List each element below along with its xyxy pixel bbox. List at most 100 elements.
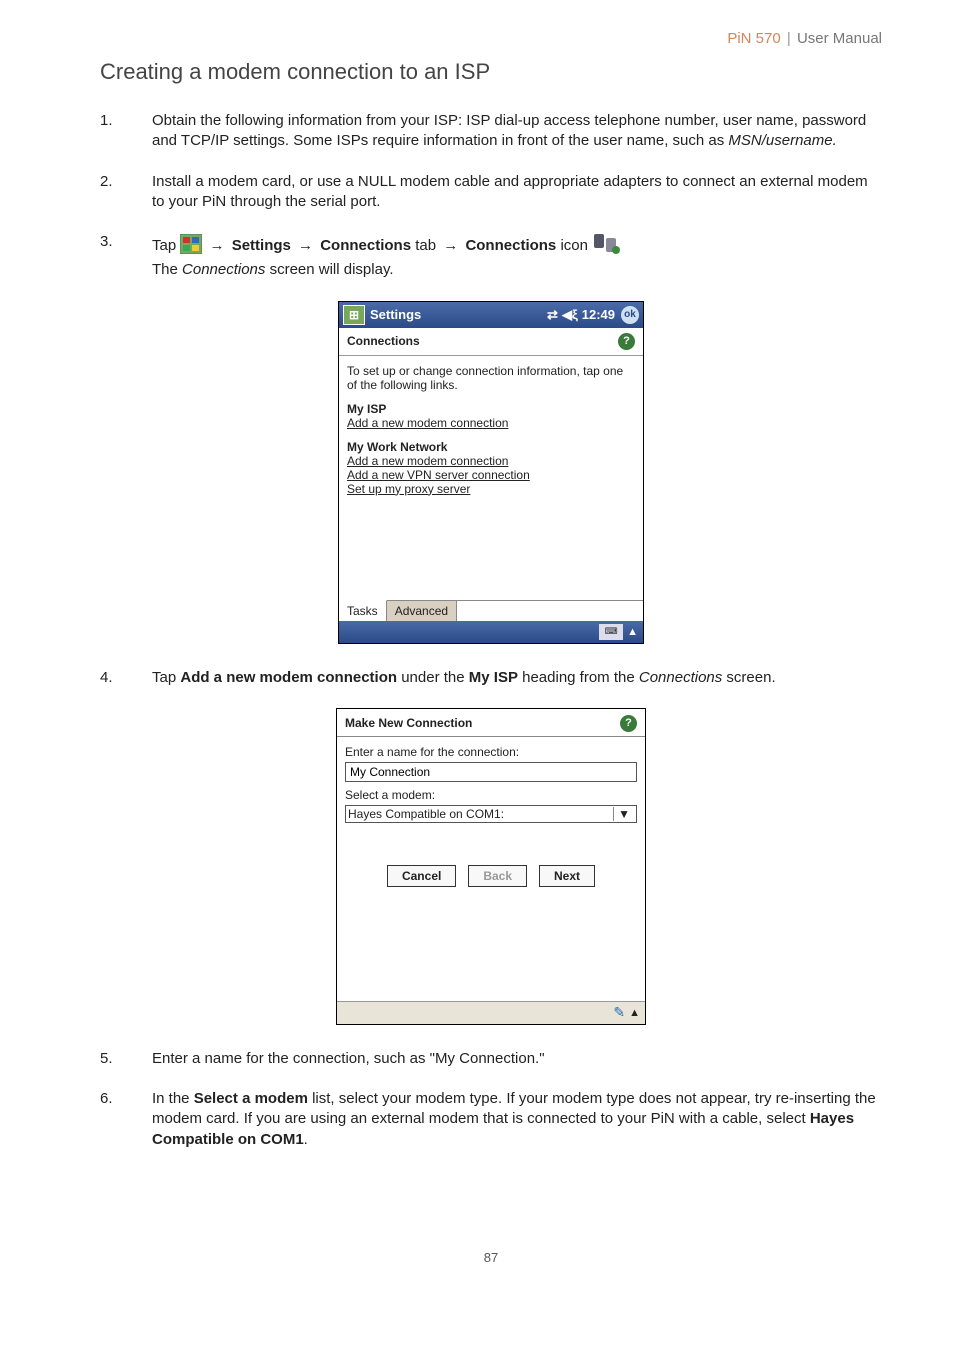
select-modem[interactable]: Hayes Compatible on COM1: ▼ [345, 805, 637, 823]
start-icon [180, 234, 202, 260]
step-2: 2. Install a modem card, or use a NULL m… [100, 172, 882, 213]
page: PiN 570 | User Manual Creating a modem c… [0, 0, 954, 1305]
step-italic: Connections [182, 261, 265, 278]
screen-title: Settings [370, 307, 421, 322]
back-button[interactable]: Back [468, 865, 527, 887]
panel-title-row: Connections ? [339, 328, 643, 356]
intro-text: To set up or change connection informati… [347, 364, 635, 392]
step-text: Tap [152, 237, 180, 254]
step-body: Tap → Settings → Connections tab → Conne… [152, 232, 882, 281]
step-italic: Connections [639, 669, 722, 686]
button-row: Cancel Back Next [345, 865, 637, 887]
step-list: 4. Tap Add a new modem connection under … [100, 668, 882, 688]
step-body: Install a modem card, or use a NULL mode… [152, 172, 882, 213]
start-icon[interactable]: ⊞ [343, 305, 365, 325]
step-body: Enter a name for the connection, such as… [152, 1049, 882, 1069]
doc-title: User Manual [797, 30, 882, 47]
step-text: under the [397, 669, 469, 686]
step-list: 5. Enter a name for the connection, such… [100, 1049, 882, 1150]
step-text: . [304, 1131, 308, 1148]
tab-tasks[interactable]: Tasks [339, 600, 387, 621]
panel-title: Make New Connection [345, 716, 472, 730]
panel-content: To set up or change connection informati… [339, 356, 643, 600]
screenshot-connections: ⊞ Settings ⇄ ◀ξ 12:49 ok Connections ? T… [100, 301, 882, 644]
step-bold: My ISP [469, 669, 518, 686]
link-add-modem-work[interactable]: Add a new modem connection [347, 454, 635, 468]
step-bold: Add a new modem connection [180, 669, 397, 686]
step-text: Tap [152, 669, 180, 686]
step-text: The [152, 261, 182, 278]
menu-up-icon[interactable]: ▲ [629, 1007, 640, 1019]
step-number: 4. [100, 668, 152, 688]
group-my-work: My Work Network Add a new modem connecti… [347, 440, 635, 496]
product-name: PiN 570 [727, 30, 780, 47]
next-button[interactable]: Next [539, 865, 595, 887]
step-text: heading from the [518, 669, 639, 686]
device-screen: ⊞ Settings ⇄ ◀ξ 12:49 ok Connections ? T… [338, 301, 644, 644]
step-bold: Connections [465, 237, 556, 254]
link-add-modem-isp[interactable]: Add a new modem connection [347, 416, 635, 430]
step-text: screen. [722, 669, 775, 686]
step-bold: Connections [320, 237, 411, 254]
pen-icon[interactable]: ✎ [613, 1004, 625, 1021]
panel-title: Connections [347, 334, 420, 348]
cancel-button[interactable]: Cancel [387, 865, 456, 887]
step-number: 5. [100, 1049, 152, 1069]
step-text: In the [152, 1090, 194, 1107]
panel-title-row: Make New Connection ? [337, 709, 645, 737]
step-text: screen will display. [265, 261, 393, 278]
help-icon[interactable]: ? [618, 333, 635, 350]
tab-advanced[interactable]: Advanced [387, 601, 457, 621]
step-body: Obtain the following information from yo… [152, 111, 882, 152]
volume-icon: ◀ξ [562, 307, 578, 323]
signal-icon: ⇄ [547, 307, 558, 323]
chevron-down-icon: ▼ [613, 807, 634, 821]
step-italic: MSN/username. [728, 132, 836, 149]
step-text: tab [415, 237, 440, 254]
arrow-icon: → [207, 237, 228, 254]
titlebar: ⊞ Settings ⇄ ◀ξ 12:49 ok [339, 302, 643, 328]
step-number: 1. [100, 111, 152, 152]
header-separator: | [787, 30, 791, 47]
step-3: 3. Tap → Settings → Connections tab → Co… [100, 232, 882, 281]
label-select-modem: Select a modem: [345, 788, 637, 802]
step-bold: Select a modem [194, 1090, 308, 1107]
clock: 12:49 [582, 307, 615, 322]
link-proxy[interactable]: Set up my proxy server [347, 482, 635, 496]
menu-up-icon[interactable]: ▲ [627, 626, 638, 638]
step-number: 2. [100, 172, 152, 213]
panel-content: Enter a name for the connection: Select … [337, 737, 645, 1001]
step-1: 1. Obtain the following information from… [100, 111, 882, 152]
step-number: 6. [100, 1089, 152, 1150]
select-value: Hayes Compatible on COM1: [348, 807, 504, 821]
step-4: 4. Tap Add a new modem connection under … [100, 668, 882, 688]
bottom-bar: ✎ ▲ [337, 1001, 645, 1024]
step-body: Tap Add a new modem connection under the… [152, 668, 882, 688]
page-header: PiN 570 | User Manual [100, 30, 882, 47]
step-list: 1. Obtain the following information from… [100, 111, 882, 281]
arrow-icon: → [295, 237, 316, 254]
group-title: My Work Network [347, 440, 635, 454]
keyboard-icon[interactable]: ⌨ [599, 624, 623, 640]
label-connection-name: Enter a name for the connection: [345, 745, 637, 759]
step-body: In the Select a modem list, select your … [152, 1089, 882, 1150]
device-screen: Make New Connection ? Enter a name for t… [336, 708, 646, 1025]
page-number: 87 [100, 1250, 882, 1265]
link-add-vpn[interactable]: Add a new VPN server connection [347, 468, 635, 482]
tab-bar: Tasks Advanced [339, 600, 643, 621]
connections-icon [592, 232, 622, 260]
step-text: icon [560, 237, 592, 254]
help-icon[interactable]: ? [620, 715, 637, 732]
group-title: My ISP [347, 402, 635, 416]
ok-button[interactable]: ok [621, 306, 639, 324]
group-my-isp: My ISP Add a new modem connection [347, 402, 635, 430]
input-connection-name[interactable] [345, 762, 637, 782]
screenshot-make-connection: Make New Connection ? Enter a name for t… [100, 708, 882, 1025]
step-6: 6. In the Select a modem list, select yo… [100, 1089, 882, 1150]
section-title: Creating a modem connection to an ISP [100, 59, 882, 85]
bottom-bar: ⌨ ▲ [339, 621, 643, 643]
arrow-icon: → [440, 237, 461, 254]
step-bold: Settings [232, 237, 295, 254]
step-5: 5. Enter a name for the connection, such… [100, 1049, 882, 1069]
step-number: 3. [100, 232, 152, 281]
